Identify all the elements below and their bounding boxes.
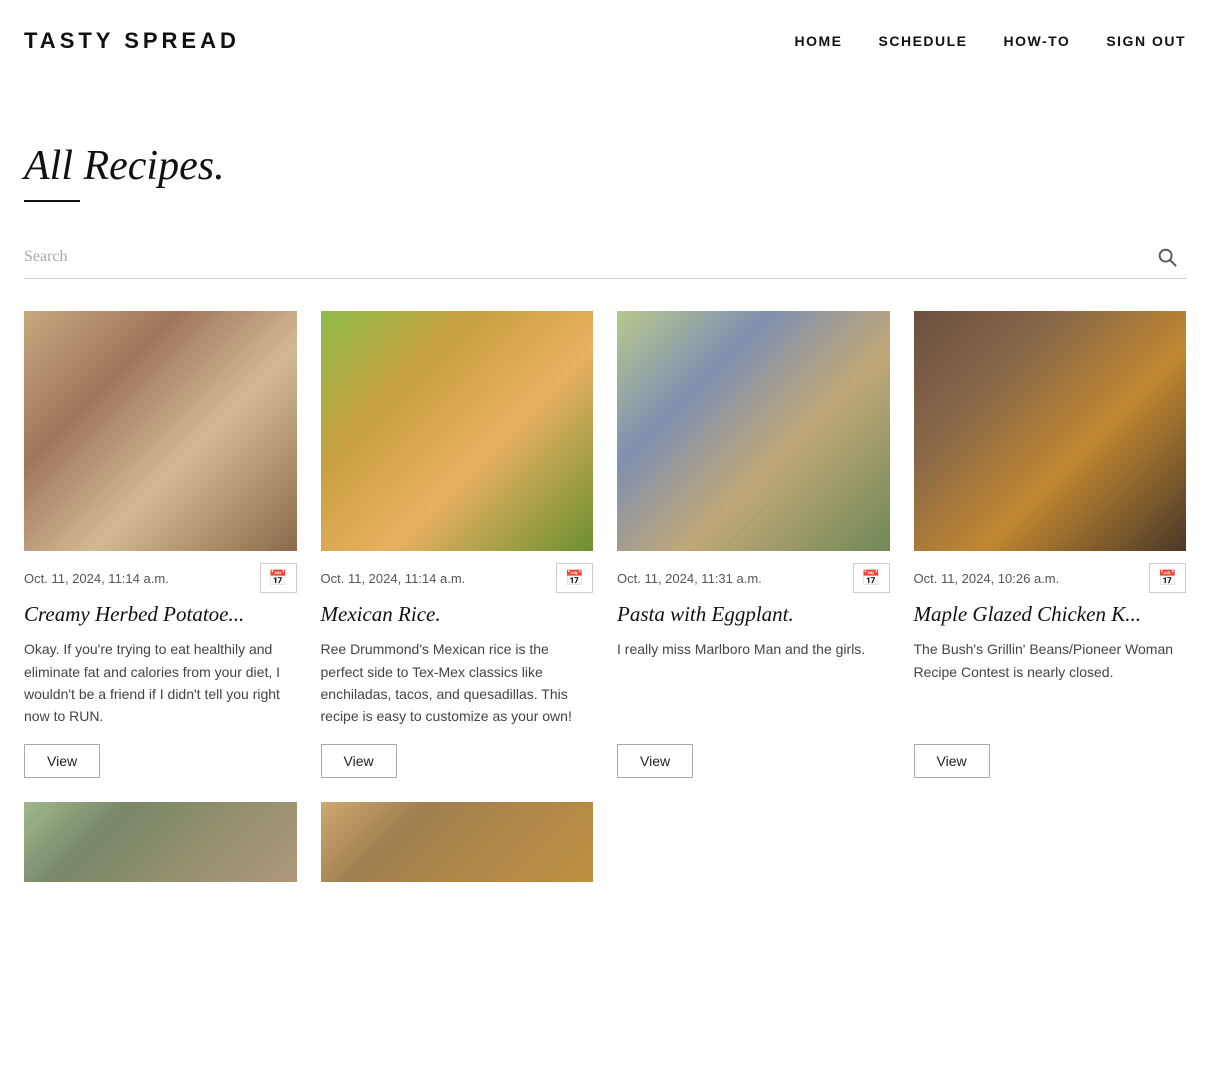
search-container	[24, 242, 1186, 279]
main-nav: HOME SCHEDULE HOW-TO SIGN OUT	[795, 33, 1186, 49]
recipe-image	[321, 802, 594, 882]
calendar-button[interactable]: 📅	[1149, 563, 1186, 593]
recipe-date: Oct. 11, 2024, 10:26 a.m.	[914, 571, 1060, 586]
nav-item-schedule[interactable]: SCHEDULE	[879, 33, 968, 49]
calendar-button[interactable]: 📅	[853, 563, 890, 593]
recipe-card: Oct. 11, 2024, 11:14 a.m. 📅 Mexican Rice. R…	[321, 311, 594, 778]
recipe-image	[321, 311, 594, 551]
calendar-button[interactable]: 📅	[556, 563, 593, 593]
recipe-card	[321, 802, 594, 894]
recipe-description: The Bush's Grillin' Beans/Pioneer Woman …	[914, 638, 1187, 728]
view-recipe-button[interactable]: View	[617, 744, 693, 778]
recipe-title: Maple Glazed Chicken K...	[914, 601, 1187, 628]
recipe-description: Ree Drummond's Mexican rice is the perfe…	[321, 638, 594, 728]
recipe-meta: Oct. 11, 2024, 11:14 a.m. 📅	[321, 563, 594, 593]
calendar-icon: 📅	[862, 569, 881, 587]
site-logo[interactable]: TASTY SPREAD	[24, 28, 240, 54]
recipe-card: Oct. 11, 2024, 11:14 a.m. 📅 Creamy Herbed …	[24, 311, 297, 778]
recipe-card	[24, 802, 297, 894]
recipe-meta: Oct. 11, 2024, 11:14 a.m. 📅	[24, 563, 297, 593]
recipe-card: Oct. 11, 2024, 11:31 a.m. 📅 Pasta with Egg…	[617, 311, 890, 778]
recipe-title: Creamy Herbed Potatoe...	[24, 601, 297, 628]
nav-item-home[interactable]: HOME	[795, 33, 843, 49]
nav-item-sign-out[interactable]: SIGN OUT	[1106, 33, 1186, 49]
view-recipe-button[interactable]: View	[321, 744, 397, 778]
recipe-image	[914, 311, 1187, 551]
recipe-meta: Oct. 11, 2024, 11:31 a.m. 📅	[617, 563, 890, 593]
calendar-icon: 📅	[565, 569, 584, 587]
recipes-grid: Oct. 11, 2024, 11:14 a.m. 📅 Creamy Herbed …	[24, 311, 1186, 894]
recipe-description: I really miss Marlboro Man and the girls…	[617, 638, 890, 728]
search-input[interactable]	[24, 244, 1148, 270]
recipe-title: Mexican Rice.	[321, 601, 594, 628]
view-recipe-button[interactable]: View	[24, 744, 100, 778]
nav-item-how-to[interactable]: HOW-TO	[1004, 33, 1071, 49]
recipe-date: Oct. 11, 2024, 11:31 a.m.	[617, 571, 762, 586]
search-button[interactable]	[1148, 242, 1186, 272]
page-title: All Recipes.	[24, 142, 1186, 190]
title-underline	[24, 200, 80, 202]
calendar-icon: 📅	[1158, 569, 1177, 587]
recipe-title: Pasta with Eggplant.	[617, 601, 890, 628]
site-header: TASTY SPREAD HOME SCHEDULE HOW-TO SIGN OUT	[0, 0, 1210, 82]
calendar-icon: 📅	[269, 569, 288, 587]
recipe-meta: Oct. 11, 2024, 10:26 a.m. 📅	[914, 563, 1187, 593]
recipe-image	[24, 802, 297, 882]
recipe-image	[24, 311, 297, 551]
recipe-date: Oct. 11, 2024, 11:14 a.m.	[321, 571, 466, 586]
calendar-button[interactable]: 📅	[260, 563, 297, 593]
main-content: All Recipes. Oct. 11, 2024, 11:14 a.m. 📅 C…	[0, 82, 1210, 934]
recipe-image	[617, 311, 890, 551]
recipe-description: Okay. If you're trying to eat healthily …	[24, 638, 297, 728]
recipe-date: Oct. 11, 2024, 11:14 a.m.	[24, 571, 169, 586]
recipe-card: Oct. 11, 2024, 10:26 a.m. 📅 Maple Glazed C…	[914, 311, 1187, 778]
view-recipe-button[interactable]: View	[914, 744, 990, 778]
search-icon	[1156, 246, 1178, 268]
